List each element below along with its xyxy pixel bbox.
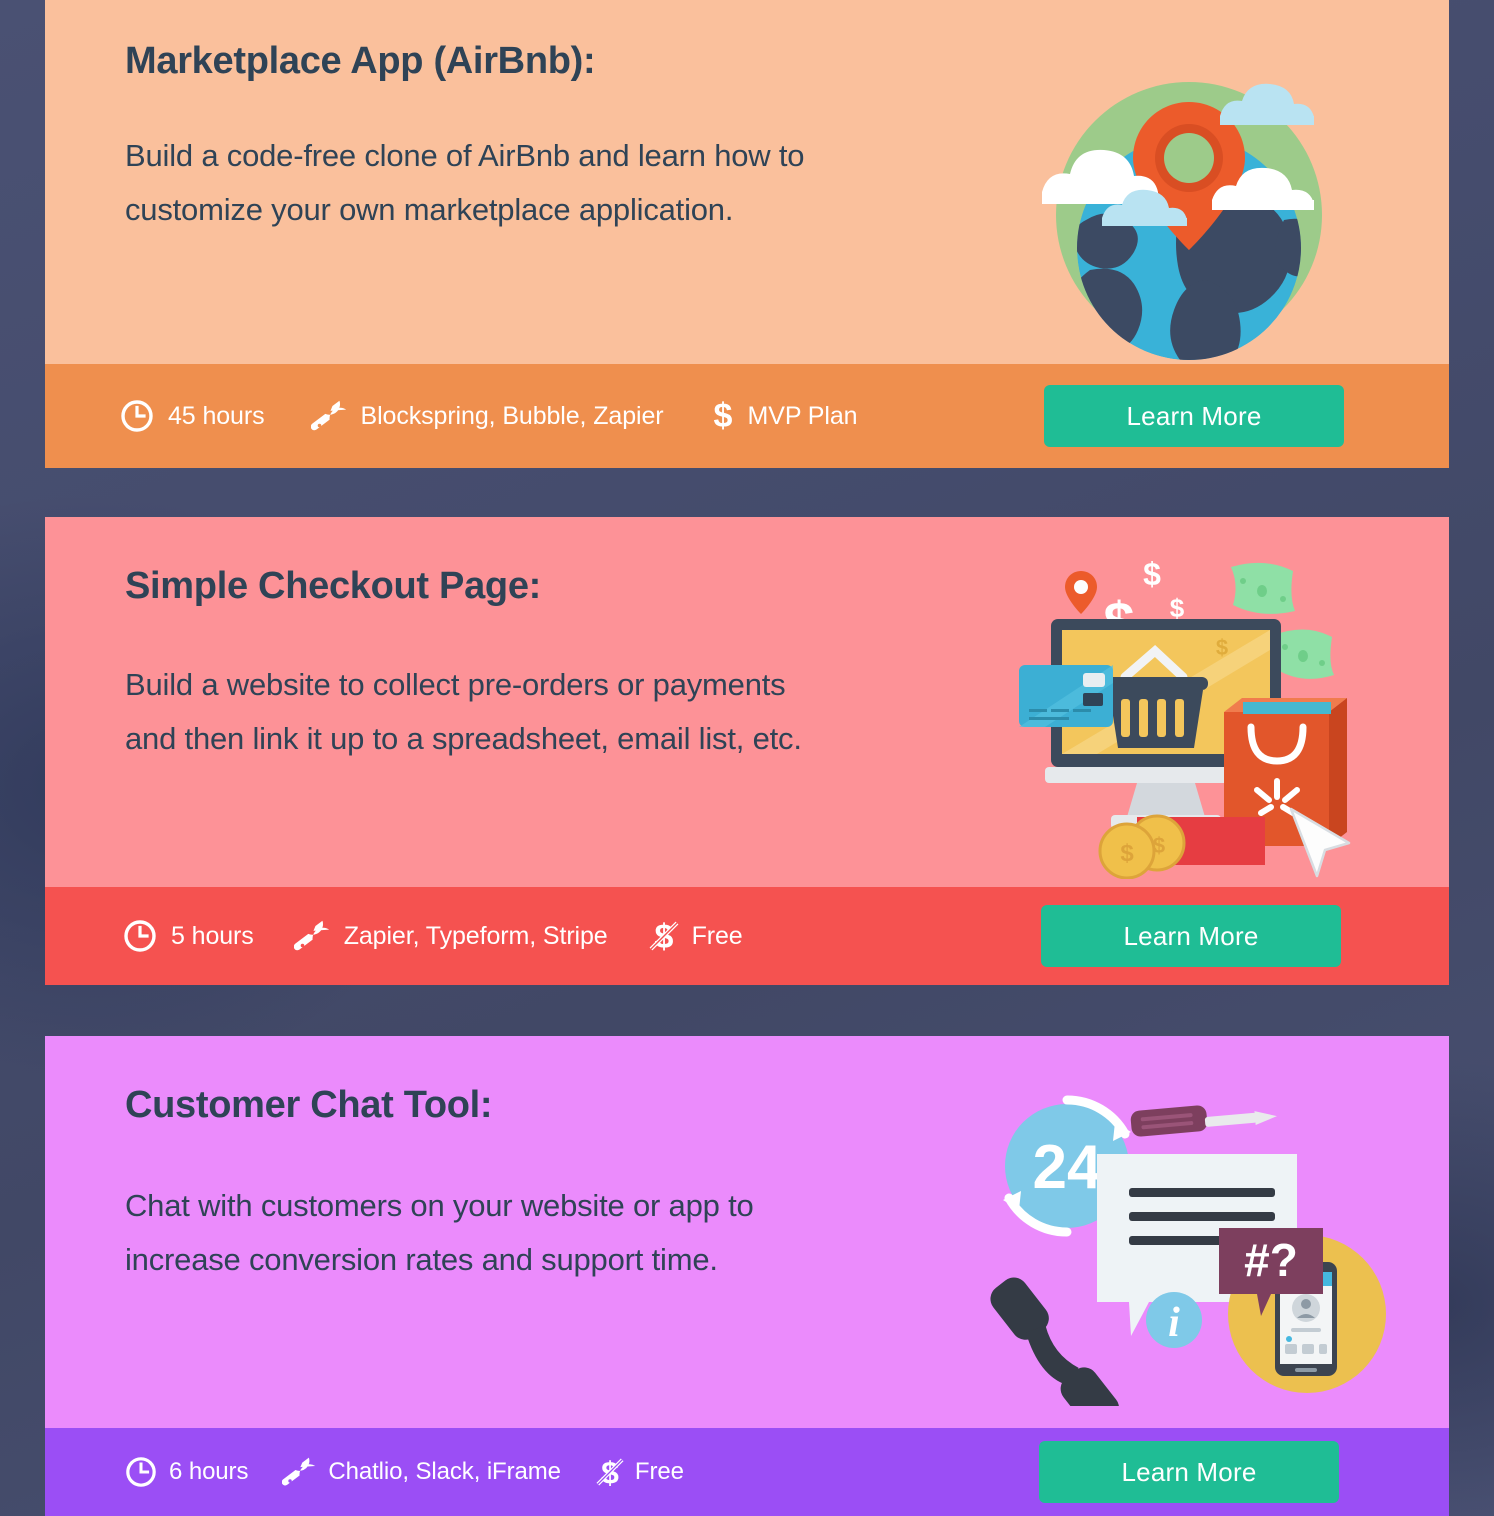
dollar-slash-icon: $ [595,1453,625,1491]
wrench-icon [293,918,330,954]
svg-text:$: $ [1216,635,1228,660]
customer-support-chat-illustration: 24 #? i [989,1076,1389,1430]
svg-text:$: $ [1120,840,1134,867]
card-description: Chat with customers on your website or a… [125,1188,754,1277]
dollar-slash-icon: $ [648,916,680,956]
project-card-marketplace[interactable]: Marketplace App (AirBnb): Build a code-f… [45,0,1449,468]
card-meta-group: 45 hours Blockspring, Bubble, Zapier $ M… [120,397,1044,435]
card-title: Marketplace App (AirBnb): [125,40,596,82]
meta-tools: Chatlio, Slack, iFrame [282,1455,561,1489]
project-cards-page: Marketplace App (AirBnb): Build a code-f… [0,0,1494,1516]
learn-more-button[interactable]: Learn More [1039,1441,1339,1503]
svg-text:$: $ [1103,590,1134,653]
card-description: Build a code-free clone of AirBnb and le… [125,138,805,227]
price-label: MVP Plan [747,401,858,430]
clock-icon [120,399,154,433]
duration-label: 45 hours [168,401,265,430]
price-label: Free [691,921,743,950]
card-title: Customer Chat Tool: [125,1084,493,1126]
learn-more-button[interactable]: Learn More [1044,385,1344,447]
meta-tools: Zapier, Typeform, Stripe [293,918,608,954]
tools-label: Chatlio, Slack, iFrame [328,1458,561,1485]
svg-text:$: $ [1153,833,1165,858]
card-meta-group: 6 hours Chatlio, Slack, iFrame $ [125,1453,1039,1491]
meta-duration: 6 hours [125,1456,248,1488]
tools-label: Blockspring, Bubble, Zapier [360,401,664,430]
price-label: Free [634,1458,684,1485]
meta-price: $ Free [648,916,743,956]
card-meta-group: 5 hours Zapier, Typeform, Stripe $ [123,916,1041,956]
card-footer: 5 hours Zapier, Typeform, Stripe $ [45,887,1449,985]
svg-text:#?: #? [1244,1234,1298,1286]
wrench-icon [282,1455,316,1489]
svg-text:$: $ [1143,559,1161,592]
ecommerce-checkout-illustration: $ $ $ $ $ $ [1019,556,1369,884]
card-title: Simple Checkout Page: [125,565,542,607]
project-card-checkout[interactable]: Simple Checkout Page: Build a website to… [45,517,1449,985]
globe-location-pin-illustration [1034,70,1344,365]
meta-tools: Blockspring, Bubble, Zapier [310,398,664,434]
meta-price: $ Free [595,1453,684,1491]
duration-label: 6 hours [169,1458,249,1485]
card-description: Build a website to collect pre-orders or… [125,667,802,756]
card-footer: 6 hours Chatlio, Slack, iFrame $ [45,1428,1449,1516]
meta-price: $ MVP Plan [710,397,858,435]
meta-duration: 5 hours [123,919,254,953]
wrench-icon [310,398,347,434]
learn-more-button[interactable]: Learn More [1041,905,1341,967]
svg-text:24: 24 [1033,1133,1102,1202]
clock-icon [123,919,157,953]
tools-label: Zapier, Typeform, Stripe [343,921,608,950]
duration-label: 5 hours [171,921,254,950]
dollar-icon: $ [710,397,736,435]
clock-icon [125,1456,157,1488]
meta-duration: 45 hours [120,399,265,433]
svg-text:i: i [1168,1300,1180,1346]
card-footer: 45 hours Blockspring, Bubble, Zapier $ M… [45,364,1449,468]
svg-text:$: $ [713,397,732,435]
svg-text:$: $ [1170,593,1185,623]
project-card-chat[interactable]: Customer Chat Tool: Chat with customers … [45,1036,1449,1516]
